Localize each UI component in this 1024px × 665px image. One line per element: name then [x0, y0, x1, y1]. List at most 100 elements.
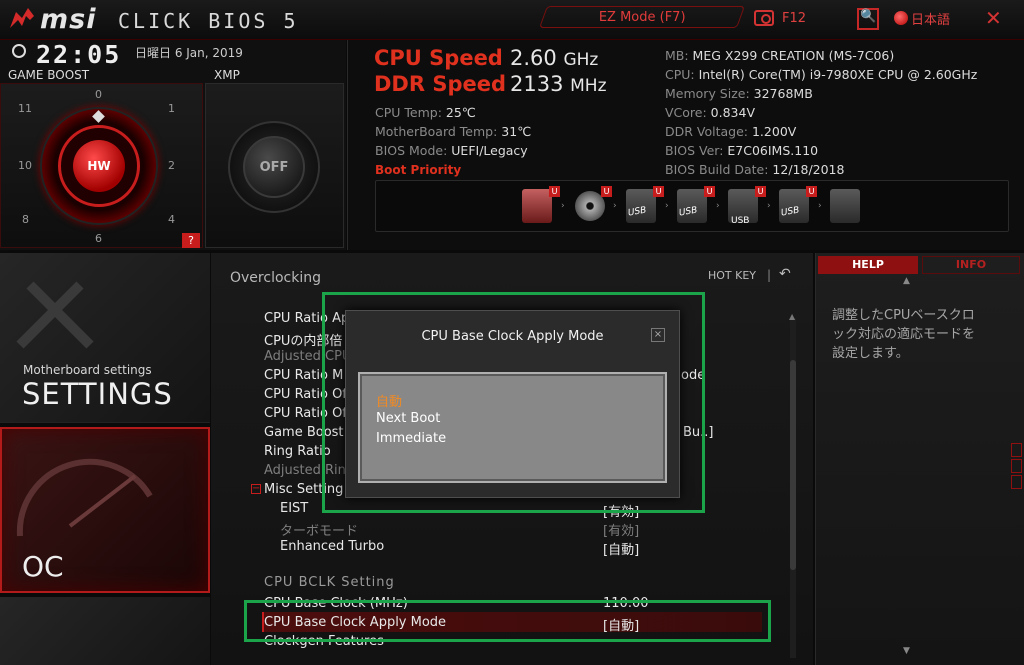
language-selector[interactable]: 日本語: [911, 9, 950, 28]
boot-arrow-icon: ›: [665, 201, 669, 211]
scrollbar-thumb[interactable]: [790, 360, 796, 570]
network-boot-icon[interactable]: [830, 189, 860, 223]
back-icon[interactable]: ↶: [779, 266, 791, 282]
boot-priority-label: Boot Priority: [375, 163, 462, 177]
tab-info[interactable]: INFO: [922, 256, 1020, 274]
bios-mode: BIOS Mode: UEFI/Legacy: [375, 143, 528, 158]
nav-oc-title: OC: [22, 550, 64, 583]
xmp-knob[interactable]: OFF: [243, 136, 305, 198]
boot-arrow-icon: ›: [716, 201, 720, 211]
info-label: BIOS Ver:: [665, 143, 728, 158]
info-value: MEG X299 CREATION (MS-7C06): [692, 48, 895, 63]
tools-icon: [16, 281, 94, 349]
boot-arrow-icon: ›: [818, 201, 822, 211]
hotkey-separator: |: [767, 268, 772, 282]
setting-row[interactable]: Enhanced Turbo: [280, 539, 384, 554]
panel-edge-tab[interactable]: [1011, 459, 1022, 473]
mb-info: MB: MEG X299 CREATION (MS-7C06): [665, 48, 894, 63]
info-value-legacy: Legacy: [483, 143, 528, 158]
info-value: 0.834V: [710, 105, 756, 120]
cpu-speed-value: 2.60 GHz: [510, 46, 598, 70]
setting-row[interactable]: Ring Ratio: [264, 444, 331, 459]
system-time: 22:05: [36, 40, 122, 69]
scroll-up-icon[interactable]: ▲: [789, 312, 795, 321]
game-boost-label: GAME BOOST: [8, 68, 90, 82]
screenshot-icon[interactable]: [754, 10, 774, 26]
cpu-speed-unit: GHz: [563, 50, 599, 70]
info-label: Memory Size:: [665, 86, 754, 101]
ddr-speed-label: DDR Speed: [374, 72, 507, 96]
setting-value[interactable]: [自動]: [603, 539, 639, 558]
close-icon[interactable]: ✕: [985, 6, 1002, 30]
info-label: CPU Temp:: [375, 105, 446, 120]
game-boost-knob[interactable]: HW: [73, 140, 125, 192]
info-label: MB:: [665, 48, 693, 63]
panel-edge-tab[interactable]: [1011, 443, 1022, 457]
uefi-badge: U: [549, 186, 560, 197]
nav-settings-title: SETTINGS: [22, 377, 173, 411]
info-value: E7C06IMS.110: [727, 143, 819, 158]
ddr-speed-unit: MHz: [570, 76, 607, 96]
dial-number: 4: [168, 213, 175, 226]
hdd-boot-icon[interactable]: [522, 189, 552, 223]
dial-number: 0: [95, 88, 102, 101]
msi-brand: msi: [40, 4, 97, 35]
screenshot-key-label[interactable]: F12: [782, 11, 806, 26]
bios-ver-info: BIOS Ver: E7C06IMS.110: [665, 143, 818, 158]
info-value: 32768MB: [753, 86, 813, 101]
help-scroll-down-icon[interactable]: ▼: [903, 646, 910, 656]
help-scroll-up-icon[interactable]: ▲: [903, 276, 910, 286]
tab-help[interactable]: HELP: [818, 256, 918, 274]
ddr-speed-value: 2133 MHz: [510, 72, 607, 96]
panel-edge-tab[interactable]: [1011, 475, 1022, 489]
dial-number: 6: [95, 232, 102, 245]
section-header-bclk: CPU BCLK Setting: [264, 575, 395, 590]
info-label: VCore:: [665, 105, 711, 120]
info-value: 1.200V: [751, 124, 797, 139]
uefi-badge: U: [653, 186, 664, 197]
collapse-icon[interactable]: −: [251, 484, 261, 494]
cpu-speed-number: 2.60: [510, 46, 557, 70]
uefi-badge: U: [755, 186, 766, 197]
info-value: UEFI/: [451, 143, 484, 158]
uefi-badge: U: [601, 186, 612, 197]
boot-arrow-icon: ›: [613, 201, 617, 211]
hotkey-button[interactable]: HOT KEY: [708, 269, 756, 282]
nav-next-section[interactable]: [0, 597, 210, 665]
dial-number: 2: [168, 159, 175, 172]
product-name: CLICK BIOS 5: [118, 9, 299, 33]
setting-row: ターボモード: [280, 524, 359, 539]
boot-arrow-icon: ›: [767, 201, 771, 211]
globe-icon[interactable]: [894, 11, 908, 25]
info-label: BIOS Build Date:: [665, 162, 773, 177]
clock-icon: [12, 44, 26, 58]
ez-mode-button[interactable]: EZ Mode (F7): [538, 6, 746, 28]
annotation-box: [244, 600, 771, 642]
ddr-speed-number: 2133: [510, 72, 564, 96]
motherboard-temp: MotherBoard Temp: 31℃: [375, 124, 531, 139]
uefi-badge: U: [806, 186, 817, 197]
vcore-info: VCore: 0.834V: [665, 105, 755, 120]
setting-row[interactable]: EIST: [280, 501, 308, 516]
msi-dragon-logo: [10, 8, 34, 28]
ddr-voltage-info: DDR Voltage: 1.200V: [665, 124, 796, 139]
cpu-temp: CPU Temp: 25℃: [375, 105, 476, 120]
info-label: DDR Voltage:: [665, 124, 752, 139]
info-label: BIOS Mode:: [375, 143, 452, 158]
ez-mode-label: EZ Mode (F7): [598, 9, 686, 25]
uefi-badge: U: [704, 186, 715, 197]
info-value: 25℃: [445, 105, 476, 120]
breadcrumb: Overclocking: [230, 270, 321, 286]
xmp-label: XMP: [214, 68, 240, 82]
search-icon[interactable]: [857, 8, 879, 30]
system-date: 日曜日 6 Jan, 2019: [135, 46, 243, 60]
help-text: 調整したCPUベースクロック対応の適応モードを設定します。: [832, 308, 976, 361]
dial-number: 11: [18, 102, 32, 115]
info-value: Intel(R) Core(TM) i9-7980XE CPU @ 2.60GH…: [698, 67, 978, 82]
cpu-info: CPU: Intel(R) Core(TM) i9-7980XE CPU @ 2…: [665, 67, 977, 82]
info-label: MotherBoard Temp:: [375, 124, 502, 139]
help-badge[interactable]: ?: [182, 233, 200, 248]
speedometer-icon: [16, 458, 153, 537]
info-label: CPU:: [665, 67, 699, 82]
bios-build-date-info: BIOS Build Date: 12/18/2018: [665, 162, 844, 177]
